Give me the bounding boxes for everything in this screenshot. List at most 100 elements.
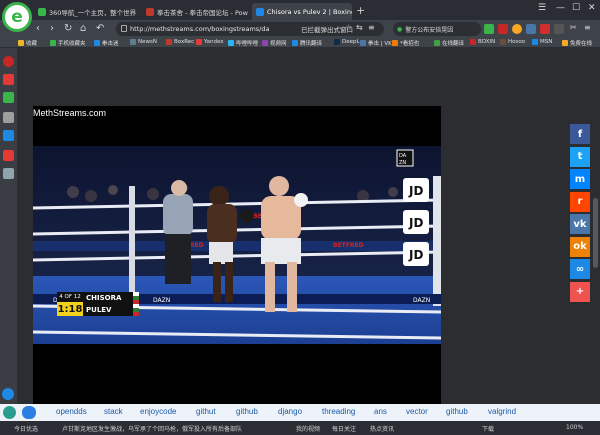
odnoklassniki-icon[interactable]: ok [570,236,590,257]
bookmark-icon [292,40,298,46]
bookmark-item[interactable]: Hosoo [500,39,525,45]
bookmark-item[interactable]: 收藏 [18,39,37,47]
bookmark-icon [130,39,136,45]
address-toolbar: ‹ › ↻ ⌂ ↶ http://methstreams.com/boxings… [0,20,600,38]
bookmark-item[interactable]: *看招也 [392,39,419,47]
tools-icon[interactable] [554,24,564,34]
bookmark-item[interactable]: BOXIN [470,39,495,45]
assistant-icon[interactable] [3,406,16,419]
star-icon[interactable]: ☆ [345,23,352,32]
bookmark-item[interactable]: MSN [532,39,552,45]
lock-icon [121,25,127,32]
extension-green-icon[interactable] [484,24,494,34]
refresh-icon[interactable]: ↻ [64,23,72,34]
bookmark-label: MSN [540,39,553,45]
menu-icon[interactable]: ☰ [538,3,546,13]
page-menu-icon[interactable]: ≡ [368,23,375,32]
bookmark-item[interactable]: NewsN [130,39,157,45]
undo-icon[interactable]: ↶ [96,23,104,34]
status-daily[interactable]: 每日关注 [332,424,356,433]
quick-search-tag[interactable]: enjoycode [140,407,176,416]
watermark-text: MethStreams.com [33,108,107,118]
video-frame[interactable]: JD JD JD BETFRED BETFRED BETFRED DAZN DA… [33,146,441,344]
tab-boxing-forum[interactable]: 拳击茶舍 - 拳击帝国论坛 - Pow [142,3,252,20]
tab-chisora-pulev[interactable]: Chisora vs Pulev 2 | Boxing ✕ [252,3,352,20]
fighter1-name: CHISORA [83,292,133,304]
minimize-icon[interactable]: — [556,3,565,13]
video-player[interactable]: MethStreams.com JD JD JD BETFRED DAZN DA… [33,106,441,416]
menu-more-icon[interactable]: ≡ [584,23,591,32]
home-icon[interactable]: ⌂ [80,23,86,34]
quick-search-tag[interactable]: vector [406,407,428,416]
bookmark-label: DeepL [342,39,360,45]
svg-text:ZN: ZN [399,160,406,166]
quick-search-tag[interactable]: opendds [56,407,87,416]
page-scrollbar[interactable] [591,48,600,404]
status-download[interactable]: 下载 [482,424,494,433]
back-icon[interactable]: ‹ [36,23,40,34]
extension-yellow-icon[interactable] [512,24,522,34]
bookmark-item[interactable]: 手机收藏夹 [50,39,86,47]
bookmark-icon [532,39,538,45]
link-icon[interactable]: ∞ [570,259,590,279]
status-my-video[interactable]: 我的视频 [296,424,320,433]
bookmark-label: 腾讯翻译 [300,41,323,47]
search-icon[interactable] [22,406,36,419]
bookmark-item[interactable]: 哔哩哔哩 [228,39,258,47]
scroll-thumb[interactable] [593,198,598,268]
bookmark-label: 手机收藏夹 [58,41,86,47]
quick-search-tag[interactable]: ans [374,407,387,416]
sidebar-apps-icon[interactable] [3,112,14,123]
sidebar-gray-icon[interactable] [3,168,14,179]
sidebar-red-icon[interactable] [3,150,14,161]
quick-search-tag[interactable]: valgrind [488,407,516,416]
quick-search-tag[interactable]: github [446,407,468,416]
status-news[interactable]: 热点资讯 [370,424,394,433]
bookmark-icon [196,39,202,45]
browser-logo-icon[interactable]: e [2,2,32,32]
sidebar-settings-icon[interactable] [2,388,14,400]
facebook-icon[interactable]: f [570,124,590,144]
messenger-icon[interactable]: m [570,169,590,189]
close-window-icon[interactable]: ✕ [588,3,596,13]
status-today[interactable]: 今日优选 [14,424,38,433]
sidebar-blue-icon[interactable] [3,130,14,141]
extension-blue-icon[interactable] [526,24,536,34]
quick-search-tag[interactable]: threading [322,407,355,416]
bookmark-icon [434,40,440,46]
cut-icon[interactable]: ✂ [570,23,577,32]
bookmark-item[interactable]: 拳击迷 [94,39,119,47]
quick-search-tag[interactable]: githut [196,407,216,416]
bookmark-item[interactable]: BoxRec [166,39,194,45]
sidebar-mail-icon[interactable] [3,74,14,85]
bookmark-item[interactable]: 在线翻译 [434,39,464,47]
bookmark-item[interactable]: DeepL [334,39,360,45]
plus-icon[interactable]: + [356,4,365,17]
browser-window: e 360导航_一个主页，整个世界 拳击茶舍 - 拳击帝国论坛 - Pow Ch… [0,0,600,435]
vk-icon[interactable]: vk [570,214,590,234]
maximize-icon[interactable]: ☐ [572,3,580,13]
quick-search-tag[interactable]: django [278,407,302,416]
twitter-icon[interactable]: t [570,146,590,167]
bookmark-item[interactable]: 拳击 | VK [360,39,392,47]
quick-search-tag[interactable]: github [236,407,258,416]
bookmark-item[interactable]: 视频网 [262,39,287,47]
search-input[interactable]: ● 警方公布安倍晃因 [393,22,481,36]
quick-search-tag[interactable]: stack [104,407,123,416]
bookmark-item[interactable]: 腾讯翻译 [292,39,322,47]
bookmark-item[interactable]: 免费在线 [562,39,592,47]
reddit-icon[interactable]: r [570,191,590,212]
bookmark-icon [94,40,100,46]
sidebar-green-icon[interactable] [3,92,14,103]
bookmark-item[interactable]: Yandex [196,39,224,45]
translate-icon[interactable]: ⇆ [356,23,363,32]
forward-icon[interactable]: › [50,23,54,34]
svg-text:JD: JD [408,216,423,230]
status-zoom[interactable]: 100% [566,424,583,431]
tab-360[interactable]: 360导航_一个主页，整个世界 [34,3,142,20]
game-icon[interactable] [540,24,550,34]
status-headline[interactable]: 卢甘斯克地区发生激战，乌军承了个回马枪，俄军投入所有后备部队 [62,424,282,433]
more-icon[interactable]: + [570,281,590,302]
sidebar-weibo-icon[interactable] [3,56,14,67]
extension-red-icon[interactable] [498,24,508,34]
